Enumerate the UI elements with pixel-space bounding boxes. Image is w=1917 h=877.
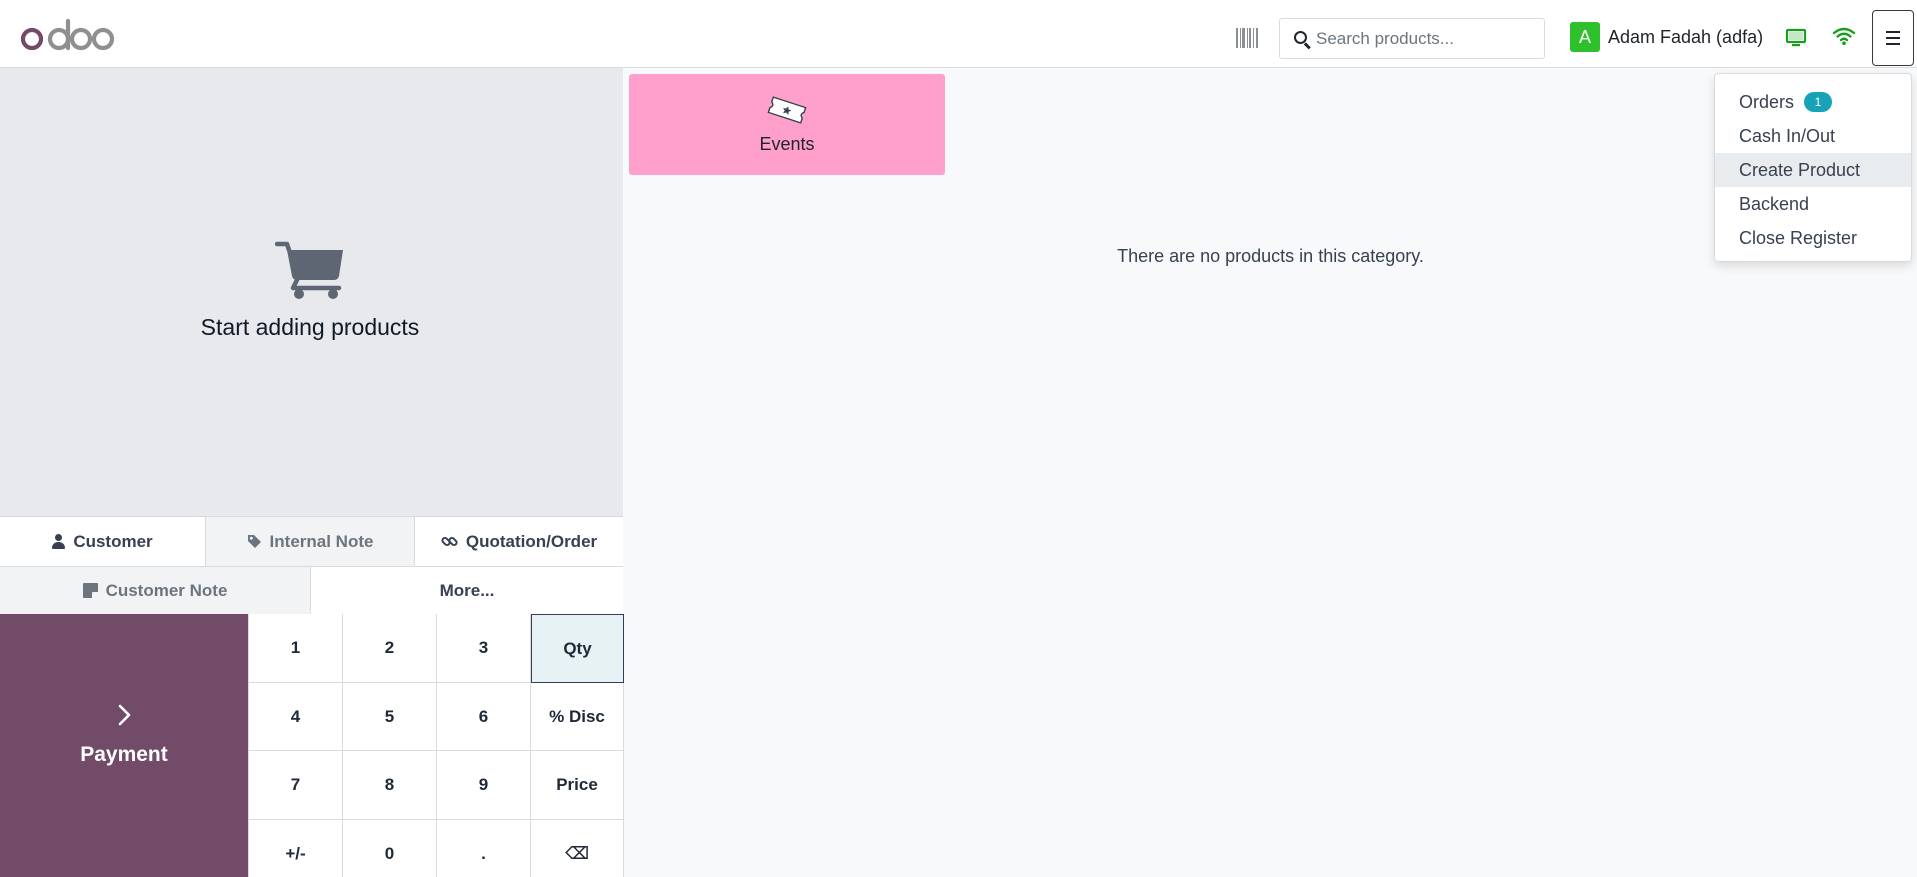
search-box[interactable] xyxy=(1279,18,1545,59)
link-icon xyxy=(441,536,458,547)
numpad-key-0[interactable]: 0 xyxy=(343,820,437,877)
internal-note-label: Internal Note xyxy=(269,531,374,551)
numpad-mode-price[interactable]: Price xyxy=(531,751,624,820)
payment-button[interactable]: Payment xyxy=(0,614,248,877)
customer-button[interactable]: Customer xyxy=(0,517,206,566)
shopping-cart-icon xyxy=(275,241,343,299)
menu-item-label: Backend xyxy=(1739,193,1810,214)
search-icon xyxy=(1280,18,1316,59)
user-icon xyxy=(52,534,66,549)
numpad: 1 2 3 Qty 4 5 6 % Disc 7 8 9 Price +/- 0… xyxy=(248,614,624,877)
numpad-mode-qty[interactable]: Qty xyxy=(531,614,624,683)
order-lines-empty: Start adding products xyxy=(0,68,623,516)
barcode-icon[interactable] xyxy=(1236,28,1258,48)
menu-item-label: Close Register xyxy=(1739,227,1858,248)
numpad-backspace[interactable]: ⌫ xyxy=(531,820,624,877)
menu-item-orders[interactable]: Orders 1 xyxy=(1715,85,1911,119)
odoo-logo[interactable] xyxy=(20,18,116,54)
top-bar: odoo A Adam Fadah (adfa) xyxy=(0,0,1917,68)
numpad-key-decimal[interactable]: . xyxy=(437,820,531,877)
cashier-selector[interactable]: A Adam Fadah (adfa) xyxy=(1570,22,1763,52)
customer-note-label: Customer Note xyxy=(105,580,228,600)
more-button[interactable]: More... xyxy=(311,567,623,614)
menu-item-cash-in-out[interactable]: Cash In/Out xyxy=(1715,119,1911,153)
customer-button-label: Customer xyxy=(73,531,153,551)
numpad-key-8[interactable]: 8 xyxy=(343,751,437,820)
ticket-icon xyxy=(767,96,807,124)
menu-item-close-register[interactable]: Close Register xyxy=(1715,221,1911,255)
quotation-order-button[interactable]: Quotation/Order xyxy=(415,517,623,566)
main-menu-dropdown: Orders 1 Cash In/Out Create Product Back… xyxy=(1714,73,1912,262)
search-input[interactable] xyxy=(1316,28,1536,49)
payment-label: Payment xyxy=(80,742,168,766)
logo-text: odoo xyxy=(0,0,1,1)
menu-item-create-product[interactable]: Create Product xyxy=(1715,153,1911,187)
numpad-key-2[interactable]: 2 xyxy=(343,614,437,683)
quotation-order-label: Quotation/Order xyxy=(465,531,598,551)
tag-icon xyxy=(247,535,261,548)
menu-item-label: Create Product xyxy=(1739,159,1861,180)
category-label: Events xyxy=(759,134,815,154)
chevron-right-icon xyxy=(118,704,131,725)
customer-display-icon[interactable] xyxy=(1785,28,1807,48)
menu-item-label: Cash In/Out xyxy=(1739,125,1836,146)
numpad-key-5[interactable]: 5 xyxy=(343,683,437,751)
numpad-key-6[interactable]: 6 xyxy=(437,683,531,751)
numpad-key-1[interactable]: 1 xyxy=(249,614,343,683)
orders-count-badge: 1 xyxy=(1804,92,1833,112)
note-icon xyxy=(82,583,98,598)
internal-note-button[interactable]: Internal Note xyxy=(206,517,415,566)
numpad-key-plus-minus[interactable]: +/- xyxy=(249,820,343,877)
numpad-key-7[interactable]: 7 xyxy=(249,751,343,820)
user-name: Adam Fadah (adfa) xyxy=(1608,26,1764,47)
category-events[interactable]: Events xyxy=(629,74,945,175)
numpad-key-4[interactable]: 4 xyxy=(249,683,343,751)
control-buttons-row-1: Customer Internal Note Quotation/Order xyxy=(0,516,623,566)
more-button-label: More... xyxy=(439,580,495,600)
menu-item-backend[interactable]: Backend xyxy=(1715,187,1911,221)
control-buttons-row-2: Customer Note More... xyxy=(0,566,623,614)
hamburger-menu-button[interactable] xyxy=(1872,10,1914,66)
menu-item-label: Orders xyxy=(1739,91,1795,112)
user-avatar: A xyxy=(1570,22,1600,52)
wifi-icon[interactable] xyxy=(1832,26,1856,46)
numpad-mode-discount[interactable]: % Disc xyxy=(531,683,624,751)
numpad-key-9[interactable]: 9 xyxy=(437,751,531,820)
numpad-key-3[interactable]: 3 xyxy=(437,614,531,683)
empty-order-message: Start adding products xyxy=(200,314,420,340)
customer-note-button[interactable]: Customer Note xyxy=(0,567,311,614)
